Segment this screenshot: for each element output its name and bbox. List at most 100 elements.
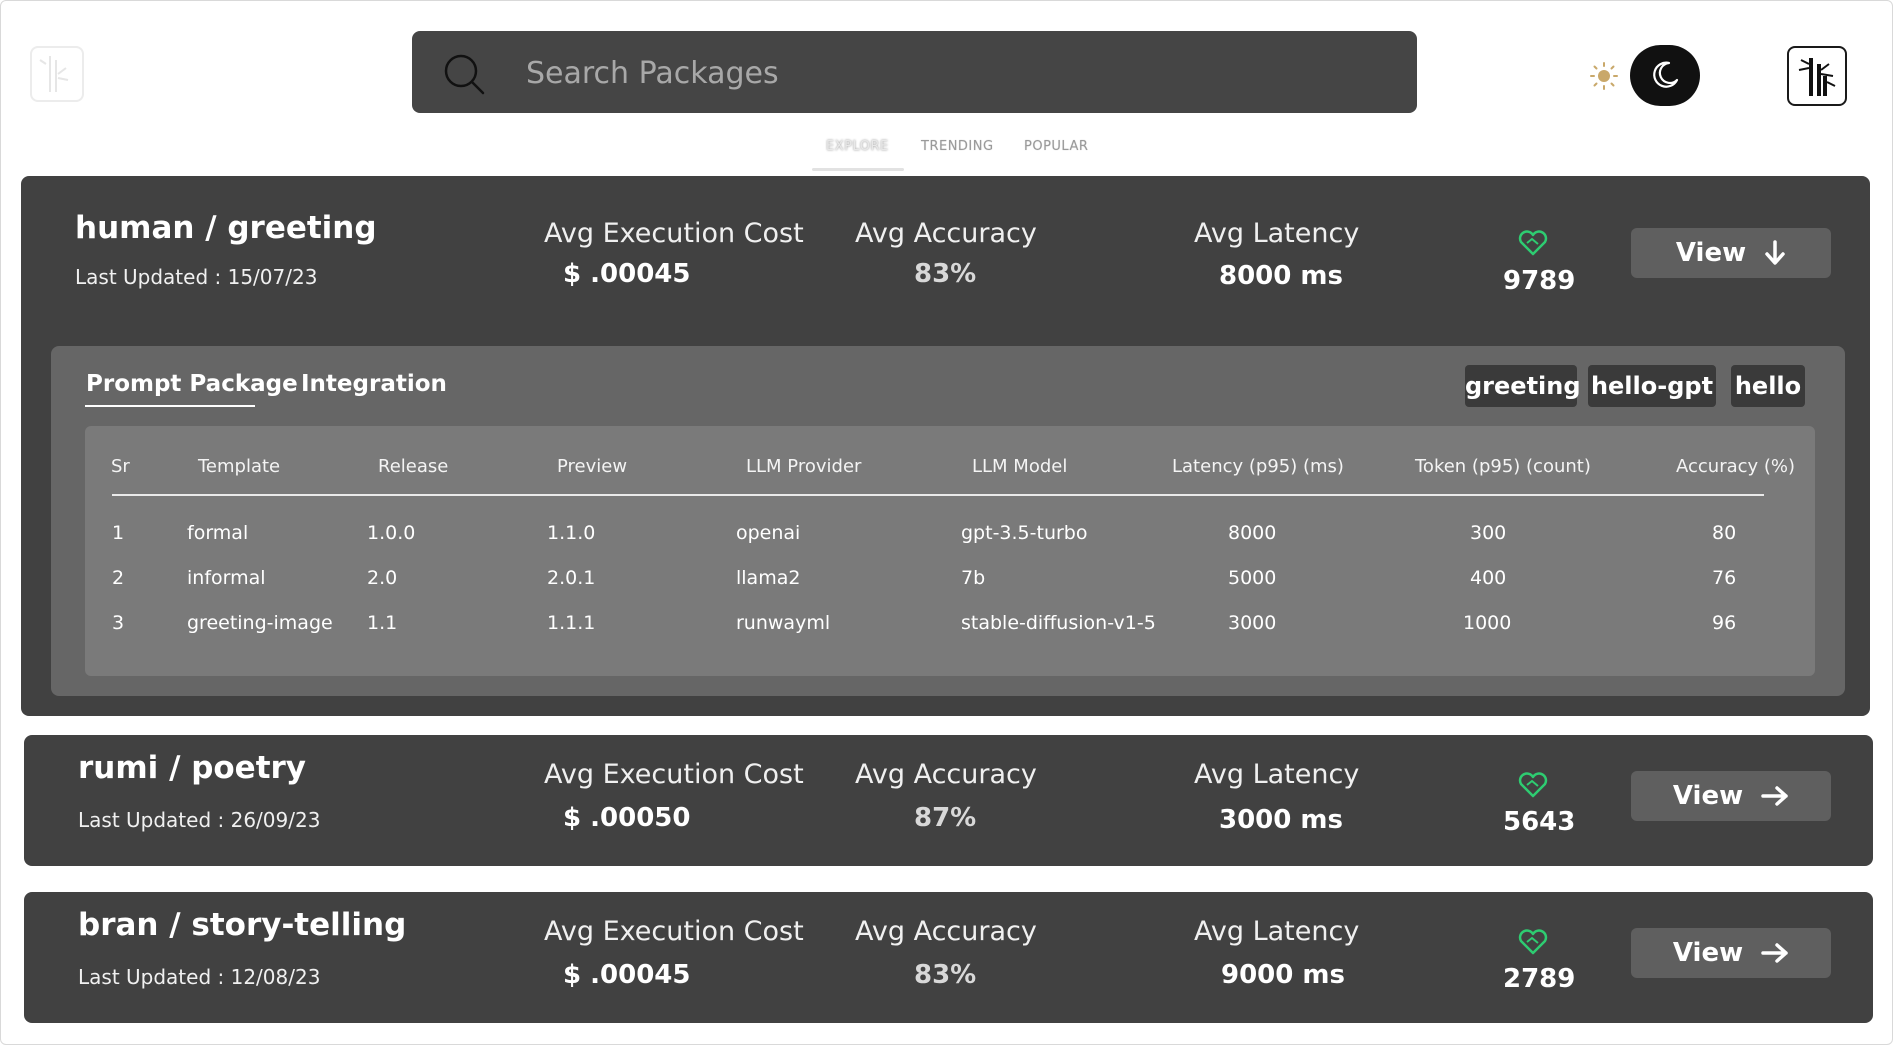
avg-accuracy-label: Avg Accuracy: [855, 759, 1037, 790]
avg-latency-label: Avg Latency: [1194, 218, 1360, 249]
avg-cost-value: $ .00045: [563, 960, 691, 990]
faded-logo-icon: [30, 46, 84, 102]
table-cell: 3000: [1228, 612, 1277, 634]
table-cell: 300: [1470, 522, 1507, 544]
arrow-down-icon: [1765, 240, 1785, 265]
table-cell: 5000: [1228, 567, 1277, 589]
table-cell: 76: [1712, 567, 1737, 589]
avg-cost-label: Avg Execution Cost: [544, 916, 804, 947]
table-divider: [112, 494, 1764, 496]
table-cell: 80: [1712, 522, 1737, 544]
view-button[interactable]: View: [1631, 771, 1831, 821]
last-updated: Last Updated : 26/09/23: [78, 808, 321, 832]
tab-integration[interactable]: Integration: [301, 371, 447, 397]
table-cell: gpt-3.5-turbo: [961, 522, 1088, 544]
table-cell: stable-diffusion-v1-5: [961, 612, 1156, 634]
heart-handshake-icon[interactable]: [1518, 230, 1548, 256]
explore-nav: EXPLORE TRENDING POPULAR: [0, 137, 1893, 173]
avg-accuracy-value: 83%: [914, 960, 977, 990]
tab-prompt-package[interactable]: Prompt Package: [86, 371, 298, 397]
tab-popular[interactable]: POPULAR: [1024, 139, 1088, 154]
table-cell: 2.0.1: [547, 567, 596, 589]
avg-accuracy-value: 83%: [914, 259, 977, 289]
tag-badge[interactable]: hello-gpt: [1588, 365, 1716, 407]
avg-latency-label: Avg Latency: [1194, 759, 1360, 790]
table-cell: 2: [112, 567, 125, 589]
table-cell: 3: [112, 612, 125, 634]
search-icon: [444, 54, 485, 95]
tab-explore[interactable]: EXPLORE: [826, 139, 889, 154]
avg-latency-label: Avg Latency: [1194, 916, 1360, 947]
avg-accuracy-value: 87%: [914, 803, 977, 833]
active-tab-indicator: [812, 168, 904, 171]
table-header: Token (p95) (count): [1415, 456, 1591, 477]
search-input[interactable]: [524, 31, 1388, 115]
prompt-package-table: Sr Template Release Preview LLM Provider…: [85, 426, 1815, 676]
table-cell: 1.0.0: [367, 522, 416, 544]
table-header: Accuracy (%): [1676, 456, 1796, 477]
table-header: Latency (p95) (ms): [1172, 456, 1344, 477]
package-card: rumi / poetry Last Updated : 26/09/23 Av…: [24, 735, 1873, 866]
package-detail-panel: Prompt Package Integration greeting hell…: [51, 346, 1845, 696]
heart-handshake-icon[interactable]: [1518, 772, 1548, 798]
table-cell: 96: [1712, 612, 1737, 634]
table-header: Template: [198, 456, 281, 477]
like-count: 9789: [1503, 266, 1576, 296]
table-cell[interactable]: informal: [187, 567, 266, 589]
table-cell: 400: [1470, 567, 1507, 589]
table-header: LLM Provider: [746, 456, 862, 477]
table-header: LLM Model: [972, 456, 1068, 477]
like-count: 2789: [1503, 964, 1576, 994]
avg-cost-value: $ .00050: [563, 803, 691, 833]
like-count: 5643: [1503, 807, 1576, 837]
heart-handshake-icon[interactable]: [1518, 929, 1548, 955]
package-title[interactable]: rumi / poetry: [78, 750, 306, 786]
last-updated: Last Updated : 15/07/23: [75, 265, 318, 289]
sun-icon[interactable]: [1590, 62, 1618, 90]
bamboo-logo-icon[interactable]: [1787, 46, 1847, 106]
table-cell: 1.1.1: [547, 612, 596, 634]
avg-cost-label: Avg Execution Cost: [544, 218, 804, 249]
table-cell: llama2: [736, 567, 801, 589]
table-header: Release: [378, 456, 449, 477]
moon-icon: [1653, 61, 1679, 88]
avg-cost-label: Avg Execution Cost: [544, 759, 804, 790]
view-button-label: View: [1672, 781, 1744, 811]
avg-cost-value: $ .00045: [563, 259, 691, 289]
view-button-label: View: [1675, 238, 1747, 268]
view-button[interactable]: View: [1631, 228, 1831, 278]
table-cell[interactable]: greeting-image: [187, 612, 333, 634]
package-card: bran / story-telling Last Updated : 12/0…: [24, 892, 1873, 1023]
avg-latency-value: 8000 ms: [1219, 261, 1343, 291]
table-cell: openai: [736, 522, 801, 544]
table-cell: 1.1: [367, 612, 398, 634]
table-header: Sr: [111, 456, 130, 477]
avg-latency-value: 3000 ms: [1219, 805, 1343, 835]
dark-mode-toggle[interactable]: [1630, 45, 1700, 106]
package-title[interactable]: human / greeting: [75, 210, 377, 246]
search-bar[interactable]: [412, 31, 1417, 115]
avg-accuracy-label: Avg Accuracy: [855, 916, 1037, 947]
view-button-label: View: [1672, 938, 1744, 968]
table-cell: 8000: [1228, 522, 1277, 544]
table-cell: 7b: [961, 567, 986, 589]
avg-accuracy-label: Avg Accuracy: [855, 218, 1037, 249]
package-card: human / greeting Last Updated : 15/07/23…: [21, 176, 1870, 716]
arrow-right-icon: [1761, 943, 1788, 963]
tag-badge[interactable]: greeting: [1465, 365, 1581, 407]
table-cell[interactable]: formal: [187, 522, 248, 544]
view-button[interactable]: View: [1631, 928, 1831, 978]
last-updated: Last Updated : 12/08/23: [78, 965, 321, 989]
table-cell: 1.1.0: [547, 522, 596, 544]
table-cell: 2.0: [367, 567, 398, 589]
avg-latency-value: 9000 ms: [1221, 960, 1345, 990]
table-cell: runwayml: [736, 612, 831, 634]
table-cell: 1: [112, 522, 125, 544]
tab-trending[interactable]: TRENDING: [921, 139, 994, 154]
package-title[interactable]: bran / story-telling: [78, 907, 406, 943]
arrow-right-icon: [1761, 786, 1788, 806]
active-detail-tab-indicator: [85, 405, 255, 407]
table-header: Preview: [557, 456, 628, 477]
table-cell: 1000: [1463, 612, 1512, 634]
tag-badge[interactable]: hello: [1731, 365, 1805, 407]
